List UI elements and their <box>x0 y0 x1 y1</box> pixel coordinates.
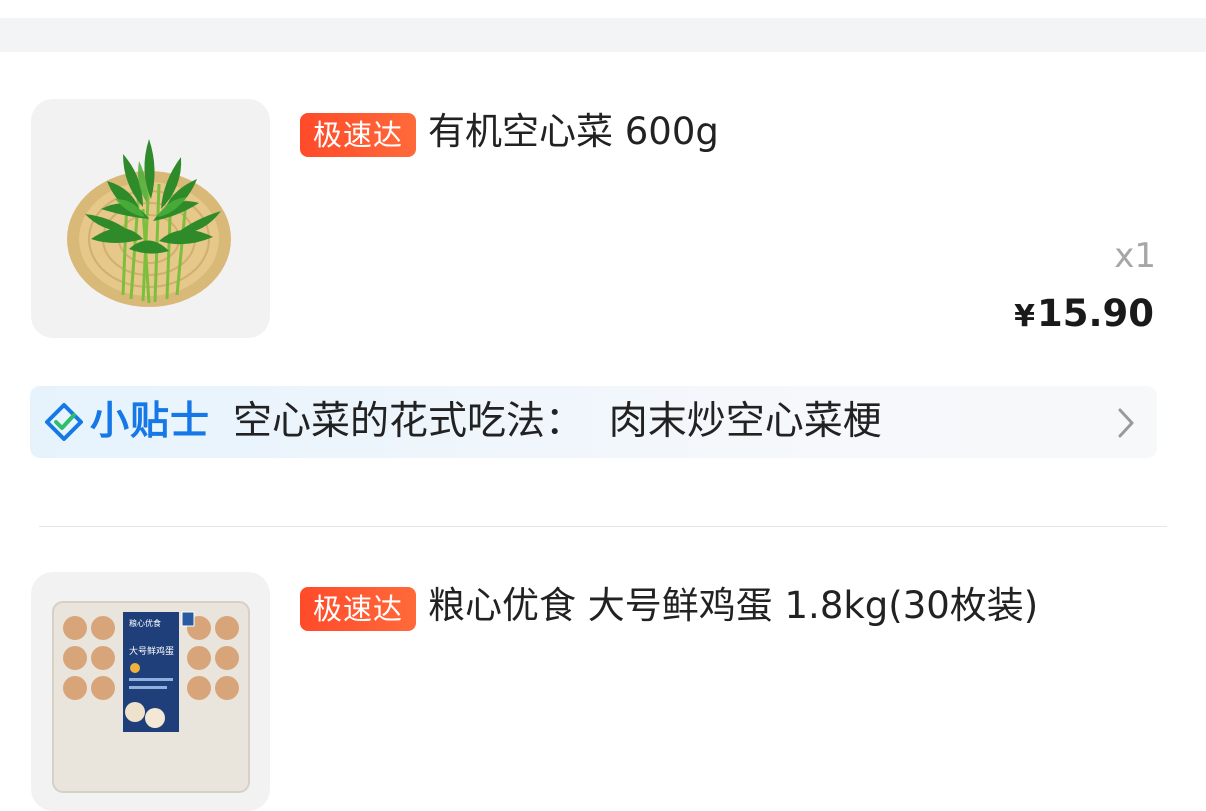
vegetable-illustration <box>67 139 231 307</box>
product-title[interactable]: 有机空心菜 600g <box>428 110 719 154</box>
tip-bar[interactable]: 小贴士 空心菜的花式吃法： 肉末炒空心菜梗 <box>30 386 1157 458</box>
tip-text: 空心菜的花式吃法： 肉末炒空心菜梗 <box>233 399 882 444</box>
status-area <box>0 0 1206 18</box>
check-diamond-icon <box>45 403 83 441</box>
section-gap <box>0 18 1206 52</box>
water-spinach-image[interactable] <box>31 99 270 338</box>
express-badge: 极速达 <box>300 587 417 631</box>
chevron-right-icon[interactable] <box>1115 406 1137 440</box>
item-divider <box>39 526 1167 527</box>
price-value: 15.90 <box>1036 292 1154 335</box>
express-badge: 极速达 <box>300 113 417 157</box>
package-title: 大号鲜鸡蛋 <box>129 645 174 657</box>
tip-brand-label: 小贴士 <box>90 399 211 444</box>
quantity-label: x1 <box>1114 236 1156 276</box>
egg-carton-image[interactable]: 粮心优食 大号鲜鸡蛋 <box>31 572 270 811</box>
package-brand: 粮心优食 <box>129 618 161 628</box>
egg-carton-illustration: 粮心优食 大号鲜鸡蛋 <box>52 601 250 793</box>
currency-symbol: ¥ <box>1014 299 1035 334</box>
product-title[interactable]: 粮心优食 大号鲜鸡蛋 1.8kg(30枚装) <box>428 584 1038 628</box>
price-label: ¥15.90 <box>1014 292 1154 335</box>
